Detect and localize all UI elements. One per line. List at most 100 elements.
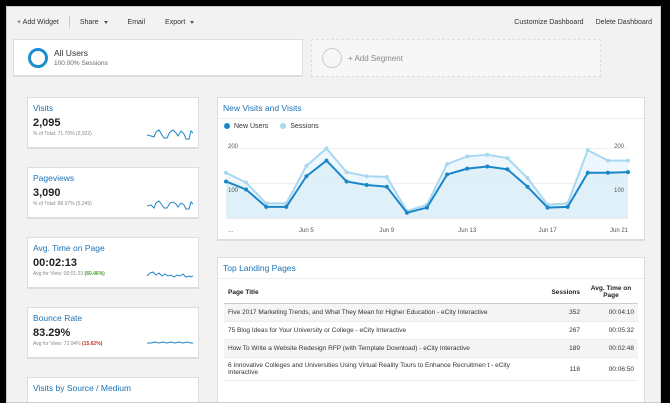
cell-page-title[interactable]: 75 Blog Ideas for Your University or Col… [224,321,542,340]
segment-placeholder-icon [322,48,342,68]
cell-sessions: 267 [542,321,584,340]
table-row[interactable]: Five 2017 Marketing Trends, and What The… [224,303,638,322]
data-point[interactable] [224,179,228,184]
card-title: Visits by Source / Medium [33,383,132,393]
cell-page-title[interactable]: How To Write a Website Redesign RFP (wit… [224,339,542,358]
sparkline [147,129,193,140]
data-point[interactable] [626,170,630,175]
data-point[interactable] [344,170,349,175]
data-point[interactable] [384,184,389,189]
share-button[interactable]: Share [70,19,118,26]
x-tick-label: Jun 9 [379,228,394,234]
data-point[interactable] [404,210,409,215]
cell-avg-time: 00:05:32 [584,321,638,340]
col-header-avg-time[interactable]: Avg. Time on Page [584,281,638,304]
data-point[interactable] [485,164,490,169]
add-segment-button[interactable]: + Add Segment [311,39,601,77]
add-widget-button[interactable]: + Add Widget [7,19,69,26]
legend-item-new-users[interactable]: New Users [224,123,268,130]
segment-ring-icon [28,47,48,68]
chevron-down-icon [103,20,108,24]
cell-page-title[interactable]: Five 2017 Marketing Trends, and What The… [224,303,542,322]
data-point[interactable] [304,163,309,168]
x-tick-label: Jun 13 [458,228,477,234]
metric-sub-pct: (60.46%) [84,271,105,277]
y-axis-label-right-top: 200 [614,144,625,150]
table-row[interactable]: How To Write a Website Redesign RFP (wit… [224,339,638,358]
data-point[interactable] [264,204,269,209]
x-tick-label: Jun 5 [299,228,314,234]
col-header-page-title[interactable]: Page Title [224,281,542,304]
cell-avg-time: 00:06:50 [584,357,638,381]
cell-avg-time: 00:04:10 [584,303,638,322]
table-row[interactable]: 6 Innovative Colleges and Universities U… [224,357,638,381]
legend-label: Sessions [290,123,319,130]
segment-all-users[interactable]: All Users 100.00% Sessions [13,39,303,77]
data-point[interactable] [364,174,369,179]
table-title: Top Landing Pages [223,263,296,273]
data-point[interactable] [244,180,249,185]
data-point[interactable] [525,176,530,180]
data-point[interactable] [224,170,228,175]
new-visits-chart-card[interactable]: New Visits and Visits New Users Sessions… [217,97,645,241]
metric-title: Visits [33,103,54,113]
segment-title: All Users [54,48,89,58]
data-point[interactable] [445,162,450,167]
metric-title: Pageviews [33,173,75,183]
metric-sub-prefix: % of Total: 71.70% (2,922) [33,131,92,137]
data-point[interactable] [384,174,389,179]
sparkline [147,200,193,210]
line-chart[interactable]: Jun 5 Jun 9 Jun 13 Jun 17 Jun 21 200 100 200 100… [218,132,646,242]
delete-dashboard-button[interactable]: Delete Dashboard [596,19,652,26]
chevron-down-icon [190,20,195,24]
data-point[interactable] [465,166,470,171]
x-tick-label: Jun 21 [610,228,629,234]
legend-item-sessions[interactable]: Sessions [280,123,319,130]
export-button[interactable]: Export [155,19,204,26]
email-button[interactable]: Email [118,19,156,26]
cell-sessions: 352 [542,303,584,322]
data-point[interactable] [525,184,530,189]
metric-card-avg-time[interactable]: Avg. Time on Page 00:02:13 Avg for View:… [27,237,199,289]
data-point[interactable] [324,146,329,151]
legend-dot-icon [224,123,230,130]
title-divider [218,118,644,119]
data-point[interactable] [626,158,630,163]
data-point[interactable] [545,205,550,210]
export-label: Export [165,18,186,26]
table-row[interactable]: 75 Blog Ideas for Your University or Col… [224,321,638,340]
data-point[interactable] [344,179,349,184]
data-point[interactable] [324,158,329,163]
cell-sessions: 118 [542,357,584,381]
data-point[interactable] [465,154,470,159]
data-point[interactable] [425,205,429,210]
data-point[interactable] [244,187,249,192]
data-point[interactable] [585,148,590,153]
top-landing-pages-card[interactable]: Top Landing Pages Page Title Sessions Av… [217,257,645,402]
data-point[interactable] [284,204,289,209]
data-point[interactable] [605,170,610,175]
x-axis-label-start: ... [228,228,233,234]
data-point[interactable] [585,170,590,175]
metric-sub-pct: (15.62%) [82,341,103,347]
data-point[interactable] [364,182,369,187]
data-point[interactable] [505,156,510,161]
cell-avg-time: 00:02:48 [584,339,638,358]
data-point[interactable] [485,152,490,157]
data-point[interactable] [565,204,570,209]
data-point[interactable] [304,174,309,179]
data-point[interactable] [445,172,450,177]
cell-page-title[interactable]: 6 Innovative Colleges and Universities U… [224,357,542,381]
metric-card-visits[interactable]: Visits 2,095 % of Total: 71.70% (2,922) [27,97,199,149]
data-point[interactable] [505,167,510,172]
data-point[interactable] [605,158,610,163]
visits-by-source-card[interactable]: Visits by Source / Medium [27,377,199,402]
col-header-sessions[interactable]: Sessions [542,281,584,304]
add-segment-label: + Add Segment [348,53,403,63]
metric-title: Bounce Rate [33,313,83,323]
metric-card-bounce-rate[interactable]: Bounce Rate 83.29% Avg for View: 72.04% … [27,307,199,359]
metric-card-pageviews[interactable]: Pageviews 3,090 % of Total: 88.97% (5,24… [27,167,199,219]
metric-sub-prefix: Avg for View: 00:01:23 [33,271,85,277]
customize-dashboard-button[interactable]: Customize Dashboard [514,19,583,26]
cell-sessions: 189 [542,339,584,358]
